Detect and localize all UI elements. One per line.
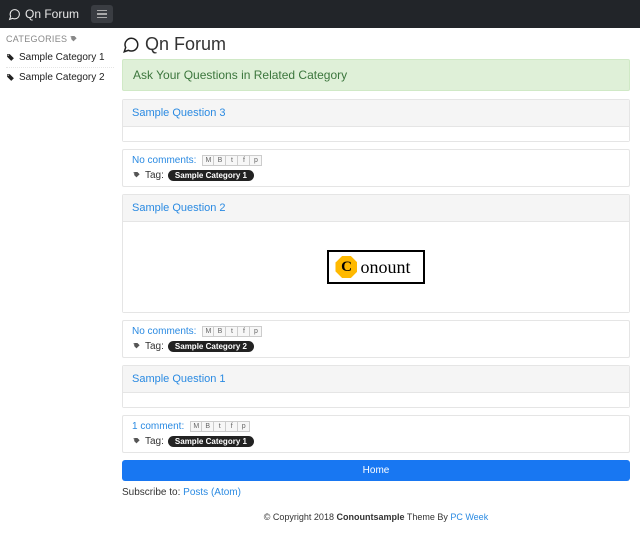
post-header: Sample Question 2 (123, 195, 629, 222)
post-meta: No comments: MBtfp Tag: Sample Category 2 (122, 320, 630, 358)
blogger-icon[interactable]: B (202, 421, 214, 432)
share-buttons: MBtfp (202, 326, 262, 337)
email-icon[interactable]: M (202, 326, 214, 337)
twitter-icon[interactable]: t (214, 421, 226, 432)
post-card: Sample Question 2 Conount (122, 194, 630, 313)
email-icon[interactable]: M (202, 155, 214, 166)
comments-link[interactable]: 1 comment: (132, 421, 184, 432)
footer-theme-link[interactable]: PC Week (450, 512, 488, 522)
sidebar: CATEGORIES Sample Category 1 Sample Cate… (0, 28, 118, 542)
twitter-icon[interactable]: t (226, 326, 238, 337)
category-list: Sample Category 1 Sample Category 2 (6, 48, 114, 87)
post-meta: 1 comment: MBtfp Tag: Sample Category 1 (122, 415, 630, 453)
pinterest-icon[interactable]: p (250, 326, 262, 337)
post-title-link[interactable]: Sample Question 1 (132, 373, 226, 385)
sidebar-item-category[interactable]: Sample Category 2 (6, 67, 114, 87)
post-body: Conount (123, 222, 629, 312)
menu-toggle[interactable] (91, 5, 113, 23)
home-button[interactable]: Home (122, 460, 630, 481)
tag-pill[interactable]: Sample Category 1 (168, 170, 254, 181)
subscribe-link[interactable]: Posts (Atom) (183, 487, 241, 498)
post-header: Sample Question 3 (123, 100, 629, 127)
tag-label: Tag: (145, 170, 164, 181)
post-image: Conount (327, 250, 424, 284)
categories-header: CATEGORIES (6, 34, 114, 44)
tag-pill[interactable]: Sample Category 2 (168, 341, 254, 352)
post-title-link[interactable]: Sample Question 2 (132, 202, 226, 214)
pinterest-icon[interactable]: p (250, 155, 262, 166)
page-title: Qn Forum (122, 34, 630, 55)
tag-icon (6, 73, 15, 82)
share-buttons: MBtfp (202, 155, 262, 166)
chat-icon (122, 36, 140, 54)
post-title-link[interactable]: Sample Question 3 (132, 107, 226, 119)
email-icon[interactable]: M (190, 421, 202, 432)
tag-pill[interactable]: Sample Category 1 (168, 436, 254, 447)
facebook-icon[interactable]: f (238, 155, 250, 166)
tag-icon (132, 342, 141, 351)
post-card: Sample Question 1 (122, 365, 630, 408)
post-body (123, 393, 629, 407)
post-card: Sample Question 3 (122, 99, 630, 142)
logo-text: onount (360, 257, 410, 278)
blogger-icon[interactable]: B (214, 326, 226, 337)
facebook-icon[interactable]: f (226, 421, 238, 432)
tags-icon (69, 35, 78, 44)
chat-icon (8, 8, 21, 21)
main-content: Qn Forum Ask Your Questions in Related C… (118, 28, 640, 542)
brand[interactable]: Qn Forum (8, 7, 79, 21)
tag-icon (132, 437, 141, 446)
twitter-icon[interactable]: t (226, 155, 238, 166)
post-body (123, 127, 629, 141)
share-buttons: MBtfp (190, 421, 250, 432)
blogger-icon[interactable]: B (214, 155, 226, 166)
footer: © Copyright 2018 Conountsample Theme By … (122, 508, 630, 532)
info-banner: Ask Your Questions in Related Category (122, 59, 630, 91)
navbar: Qn Forum (0, 0, 640, 28)
facebook-icon[interactable]: f (238, 326, 250, 337)
pinterest-icon[interactable]: p (238, 421, 250, 432)
comments-link[interactable]: No comments: (132, 326, 196, 337)
brand-text: Qn Forum (25, 7, 79, 21)
tag-icon (132, 171, 141, 180)
post-meta: No comments: MBtfp Tag: Sample Category 1 (122, 149, 630, 187)
category-label: Sample Category 2 (19, 72, 105, 83)
tag-label: Tag: (145, 436, 164, 447)
comments-link[interactable]: No comments: (132, 155, 196, 166)
logo-badge: C (335, 256, 357, 278)
post-header: Sample Question 1 (123, 366, 629, 393)
tag-label: Tag: (145, 341, 164, 352)
subscribe-line: Subscribe to: Posts (Atom) (122, 487, 630, 498)
tag-icon (6, 53, 15, 62)
sidebar-item-category[interactable]: Sample Category 1 (6, 48, 114, 67)
category-label: Sample Category 1 (19, 52, 105, 63)
